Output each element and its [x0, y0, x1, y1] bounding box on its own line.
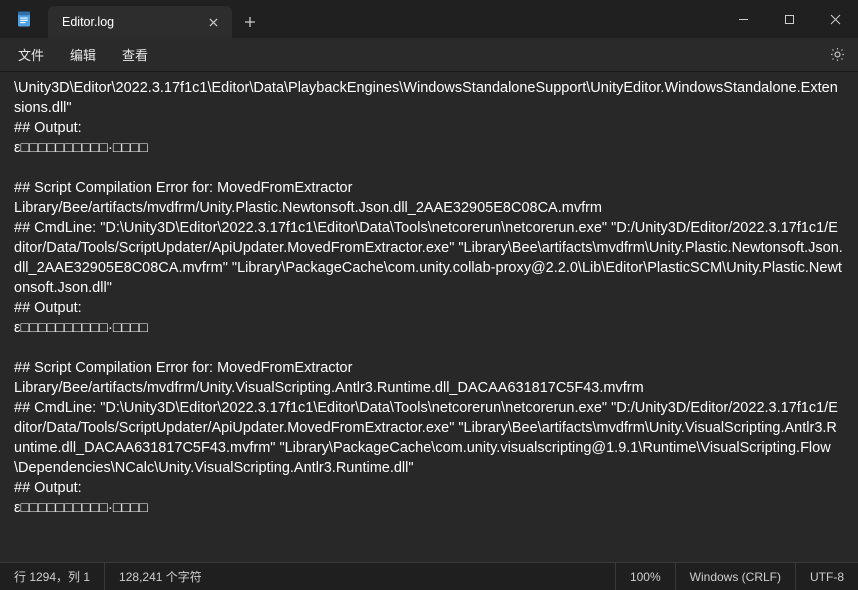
- notepad-icon: [15, 10, 33, 28]
- tab-title: Editor.log: [62, 15, 114, 29]
- new-tab-button[interactable]: [232, 6, 268, 38]
- menu-file[interactable]: 文件: [6, 41, 56, 68]
- status-zoom[interactable]: 100%: [615, 563, 675, 590]
- window-controls: [720, 0, 858, 38]
- text-content[interactable]: \Unity3D\Editor\2022.3.17f1c1\Editor\Dat…: [0, 72, 858, 562]
- status-encoding[interactable]: UTF-8: [795, 563, 858, 590]
- status-position: 行 1294，列 1: [0, 563, 104, 590]
- statusbar: 行 1294，列 1 128,241 个字符 100% Windows (CRL…: [0, 562, 858, 590]
- maximize-button[interactable]: [766, 0, 812, 38]
- status-chars: 128,241 个字符: [104, 563, 216, 590]
- menu-view[interactable]: 查看: [110, 41, 160, 68]
- minimize-button[interactable]: [720, 0, 766, 38]
- status-eol[interactable]: Windows (CRLF): [675, 563, 795, 590]
- settings-button[interactable]: [822, 40, 852, 70]
- close-icon[interactable]: [204, 13, 222, 31]
- tab-editor-log[interactable]: Editor.log: [48, 6, 232, 38]
- menubar: 文件 编辑 查看: [0, 38, 858, 72]
- titlebar: Editor.log: [0, 0, 858, 38]
- menu-edit[interactable]: 编辑: [58, 41, 108, 68]
- close-window-button[interactable]: [812, 0, 858, 38]
- app-icon: [0, 0, 48, 38]
- gear-icon: [829, 46, 846, 63]
